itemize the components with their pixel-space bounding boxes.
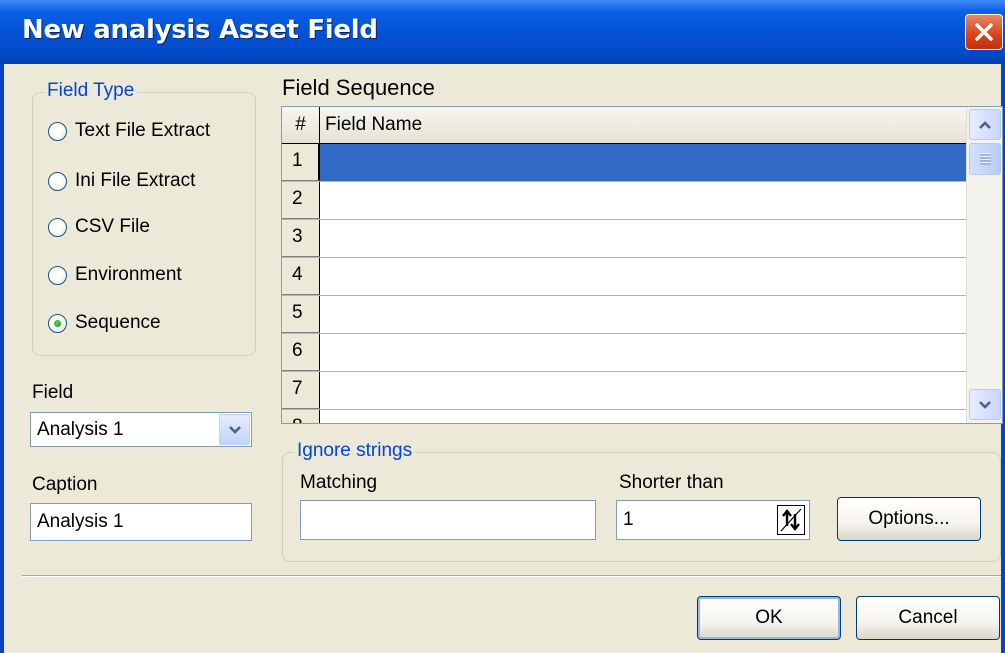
radio-label: Environment xyxy=(75,264,182,285)
column-header-number[interactable]: # xyxy=(282,107,320,143)
shorter-than-label: Shorter than xyxy=(619,472,724,493)
radio-button[interactable] xyxy=(48,171,67,191)
field-name-cell[interactable] xyxy=(320,410,966,423)
field-sequence-title: Field Sequence xyxy=(282,75,435,100)
radio-button-checked[interactable] xyxy=(48,313,67,333)
radio-label: Sequence xyxy=(75,312,161,333)
radio-sequence[interactable]: Sequence xyxy=(48,310,161,336)
ignore-strings-legend: Ignore strings xyxy=(294,440,416,462)
field-label: Field xyxy=(32,382,74,403)
table-row[interactable]: 5 xyxy=(282,296,966,334)
table-row[interactable]: 2 xyxy=(282,182,966,220)
caption-label: Caption xyxy=(32,474,98,495)
field-type-legend: Field Type xyxy=(44,80,138,102)
shorter-than-spin-button[interactable] xyxy=(777,505,805,535)
radio-button[interactable] xyxy=(48,217,67,237)
radio-text-file-extract[interactable]: Text File Extract xyxy=(48,118,210,144)
field-combobox-value: Analysis 1 xyxy=(37,418,124,440)
field-name-cell[interactable] xyxy=(320,182,966,219)
column-header-field-name[interactable]: Field Name xyxy=(320,107,422,143)
matching-label: Matching xyxy=(300,472,378,493)
matching-input[interactable] xyxy=(300,500,596,540)
table-row[interactable]: 8 xyxy=(282,410,966,423)
field-combobox[interactable]: Analysis 1 xyxy=(30,412,252,447)
spin-up-down-icon xyxy=(780,508,802,532)
cancel-button[interactable]: Cancel xyxy=(856,596,1000,640)
row-number: 8 xyxy=(282,410,320,423)
scroll-up-button[interactable] xyxy=(969,109,1001,140)
row-number: 3 xyxy=(282,220,320,257)
field-name-cell[interactable] xyxy=(320,372,966,409)
combo-dropdown-arrow-icon xyxy=(228,425,241,434)
separator xyxy=(22,575,1001,577)
field-name-cell[interactable] xyxy=(320,334,966,371)
row-number: 2 xyxy=(282,182,320,219)
combo-dropdown-button[interactable] xyxy=(219,414,250,445)
window-frame-left xyxy=(0,64,4,653)
grid-header: # Field Name xyxy=(282,107,966,144)
scroll-thumb[interactable] xyxy=(969,143,1001,175)
radio-label: CSV File xyxy=(75,216,150,237)
close-button[interactable] xyxy=(965,14,1003,50)
scroll-down-button[interactable] xyxy=(969,389,1001,420)
options-button[interactable]: Options... xyxy=(837,497,981,541)
scroll-up-icon xyxy=(979,120,991,129)
row-number: 7 xyxy=(282,372,320,409)
row-number: 6 xyxy=(282,334,320,371)
row-number: 4 xyxy=(282,258,320,295)
radio-button[interactable] xyxy=(48,121,67,141)
close-icon xyxy=(975,23,993,41)
radio-csv-file[interactable]: CSV File xyxy=(48,214,150,240)
title-bar: New analysis Asset Field xyxy=(0,0,1005,64)
caption-input[interactable]: Analysis 1 xyxy=(30,503,252,541)
table-row[interactable]: 7 xyxy=(282,372,966,410)
table-row[interactable]: 3 xyxy=(282,220,966,258)
field-sequence-grid[interactable]: # Field Name 1 2 3 4 5 6 7 8 xyxy=(281,106,1003,424)
field-name-cell[interactable] xyxy=(320,296,966,333)
field-name-cell[interactable] xyxy=(320,220,966,257)
row-number: 5 xyxy=(282,296,320,333)
field-name-cell[interactable] xyxy=(320,144,966,181)
ok-button[interactable]: OK xyxy=(697,596,841,640)
radio-label: Text File Extract xyxy=(75,120,211,141)
radio-label: Ini File Extract xyxy=(75,170,196,191)
scroll-down-icon xyxy=(979,400,991,409)
table-row[interactable]: 4 xyxy=(282,258,966,296)
radio-button[interactable] xyxy=(48,265,67,285)
table-row[interactable]: 1 xyxy=(282,144,966,182)
radio-ini-file-extract[interactable]: Ini File Extract xyxy=(48,168,195,194)
vertical-scrollbar[interactable] xyxy=(966,107,1002,423)
field-name-cell[interactable] xyxy=(320,258,966,295)
window-title: New analysis Asset Field xyxy=(22,15,378,45)
radio-environment[interactable]: Environment xyxy=(48,262,182,288)
row-number: 1 xyxy=(282,144,320,181)
table-row[interactable]: 6 xyxy=(282,334,966,372)
